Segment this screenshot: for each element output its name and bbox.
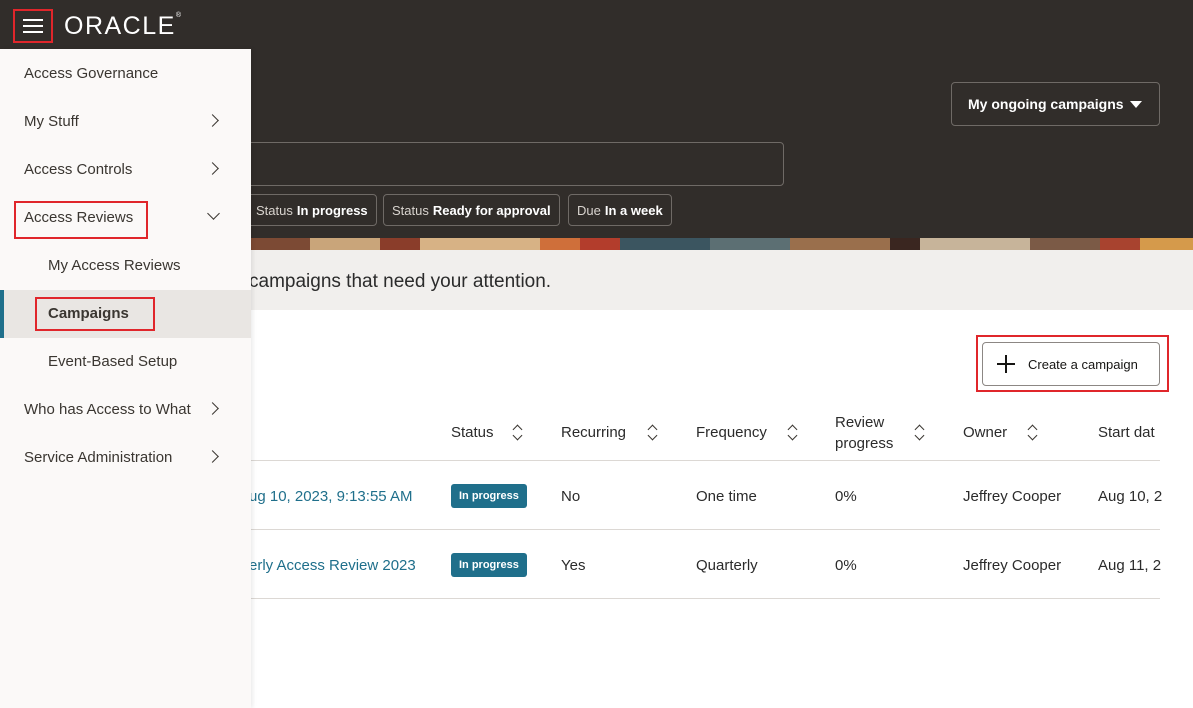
access-reviews-highlight xyxy=(14,201,148,239)
chevron-down-icon xyxy=(207,207,220,220)
owner-value: Jeffrey Cooper xyxy=(963,488,1062,505)
chevron-right-icon xyxy=(206,402,219,415)
sort-icon[interactable] xyxy=(787,424,799,440)
divider xyxy=(251,529,1160,530)
navigation-drawer: Access Governance My Stuff Access Contro… xyxy=(0,49,251,708)
start-date-value: Aug 11, 2 xyxy=(1098,557,1162,574)
sidebar-item-label: Who has Access to What xyxy=(24,401,191,418)
divider xyxy=(251,460,1160,461)
filter-chip-due-in-a-week[interactable]: Due In a week xyxy=(568,194,672,226)
sidebar-item-who-has-access[interactable]: Who has Access to What xyxy=(0,386,251,434)
filter-chip-status-in-progress[interactable]: Status In progress xyxy=(247,194,377,226)
sort-icon[interactable] xyxy=(512,424,524,440)
column-header-review-progress[interactable]: Review progress xyxy=(835,412,893,454)
sidebar-item-label: My Access Reviews xyxy=(48,257,181,274)
campaign-filter-dropdown[interactable]: My ongoing campaigns xyxy=(951,82,1160,126)
create-campaign-label: Create a campaign xyxy=(1028,356,1138,372)
plus-icon xyxy=(997,355,1015,373)
sort-icon[interactable] xyxy=(647,424,659,440)
sidebar-item-access-controls[interactable]: Access Controls xyxy=(0,146,251,194)
create-campaign-button[interactable]: Create a campaign xyxy=(982,342,1160,386)
sidebar-item-label: Access Controls xyxy=(24,161,133,178)
campaign-name-link[interactable]: ug 10, 2023, 9:13:55 AM xyxy=(249,488,412,505)
filter-chip-status-ready-for-approval[interactable]: Status Ready for approval xyxy=(383,194,560,226)
column-header-start-date[interactable]: Start dat xyxy=(1098,424,1155,441)
sort-icon[interactable] xyxy=(914,424,926,440)
chevron-right-icon xyxy=(206,162,219,175)
hamburger-menu-icon[interactable] xyxy=(13,9,53,43)
sidebar-item-access-governance[interactable]: Access Governance xyxy=(0,50,251,98)
caret-down-icon xyxy=(1130,101,1142,108)
search-input[interactable] xyxy=(230,142,784,186)
divider xyxy=(251,598,1160,599)
campaigns-highlight xyxy=(35,297,155,331)
sort-icon[interactable] xyxy=(1027,424,1039,440)
status-badge: In progress xyxy=(451,553,527,577)
sidebar-item-service-administration[interactable]: Service Administration xyxy=(0,434,251,482)
frequency-value: Quarterly xyxy=(696,557,758,574)
campaign-name-link[interactable]: erly Access Review 2023 xyxy=(249,557,416,574)
progress-value: 0% xyxy=(835,557,857,574)
sidebar-item-label: My Stuff xyxy=(24,113,79,130)
sidebar-item-label: Service Administration xyxy=(24,449,173,466)
column-header-status[interactable]: Status xyxy=(451,424,494,441)
recurring-value: Yes xyxy=(561,557,586,574)
attention-text: campaigns that need your attention. xyxy=(249,271,552,292)
top-bar: ORACLE® xyxy=(0,0,1193,49)
start-date-value: Aug 10, 2 xyxy=(1098,488,1163,505)
oracle-logo: ORACLE® xyxy=(64,12,181,40)
chevron-right-icon xyxy=(206,450,219,463)
sidebar-item-my-stuff[interactable]: My Stuff xyxy=(0,98,251,146)
sidebar-item-label: Access Governance xyxy=(24,65,159,82)
column-header-recurring[interactable]: Recurring xyxy=(561,424,626,441)
column-header-frequency[interactable]: Frequency xyxy=(696,424,767,441)
sidebar-item-label: Event-Based Setup xyxy=(48,353,178,370)
owner-value: Jeffrey Cooper xyxy=(963,557,1062,574)
frequency-value: One time xyxy=(696,488,757,505)
sidebar-item-my-access-reviews[interactable]: My Access Reviews xyxy=(0,242,251,290)
status-badge: In progress xyxy=(451,484,527,508)
progress-value: 0% xyxy=(835,488,857,505)
chevron-right-icon xyxy=(206,114,219,127)
sidebar-item-event-based-setup[interactable]: Event-Based Setup xyxy=(0,338,251,386)
campaign-filter-label: My ongoing campaigns xyxy=(968,96,1124,112)
column-header-owner[interactable]: Owner xyxy=(963,424,1007,441)
recurring-value: No xyxy=(561,488,581,505)
